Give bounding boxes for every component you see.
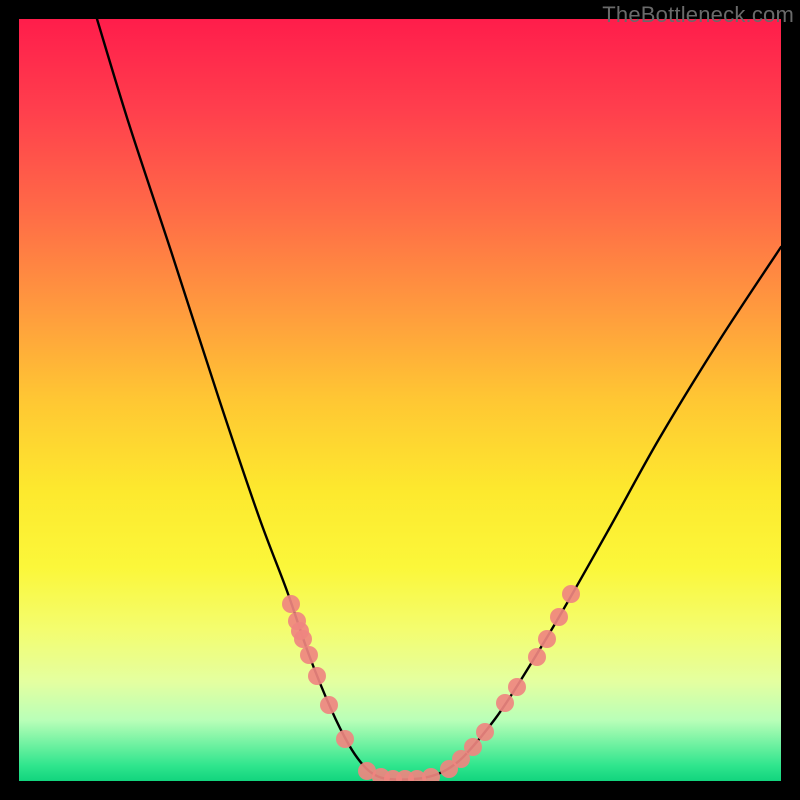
chart-frame: TheBottleneck.com bbox=[0, 0, 800, 800]
chart-svg bbox=[19, 19, 781, 781]
data-dot bbox=[422, 768, 440, 781]
data-dot bbox=[294, 630, 312, 648]
data-dot bbox=[496, 694, 514, 712]
data-dot bbox=[550, 608, 568, 626]
data-dot bbox=[476, 723, 494, 741]
data-dot bbox=[300, 646, 318, 664]
curve-line bbox=[97, 19, 781, 780]
data-dot bbox=[336, 730, 354, 748]
data-dot bbox=[282, 595, 300, 613]
data-dot bbox=[464, 738, 482, 756]
data-dot bbox=[508, 678, 526, 696]
data-dots bbox=[282, 585, 580, 781]
data-dot bbox=[538, 630, 556, 648]
plot-area bbox=[19, 19, 781, 781]
data-dot bbox=[308, 667, 326, 685]
data-dot bbox=[528, 648, 546, 666]
watermark-text: TheBottleneck.com bbox=[602, 2, 794, 28]
data-dot bbox=[320, 696, 338, 714]
data-dot bbox=[562, 585, 580, 603]
